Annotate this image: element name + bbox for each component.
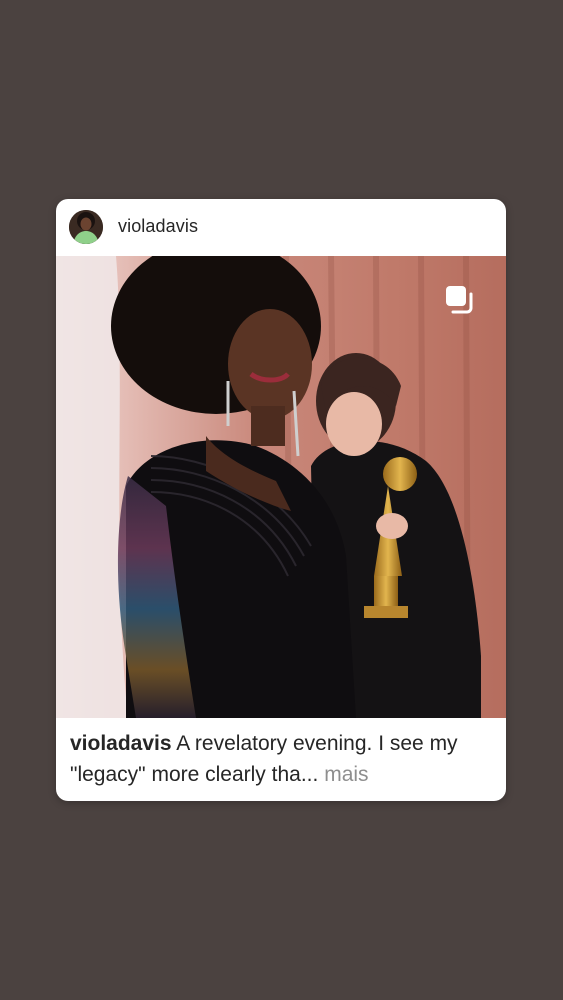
post-username[interactable]: violadavis	[118, 216, 198, 237]
shared-post-card[interactable]: violadavis violadavis A revelatory eveni…	[56, 199, 506, 801]
post-caption[interactable]: violadavis A revelatory evening. I see m…	[70, 728, 495, 790]
post-photo[interactable]	[56, 256, 506, 718]
caption-username[interactable]: violadavis	[70, 732, 172, 755]
multiple-images-icon	[444, 284, 476, 316]
caption-ellipsis: ...	[300, 763, 319, 786]
caption-more-link[interactable]: mais	[324, 763, 368, 786]
avatar[interactable]	[69, 210, 103, 244]
post-header: violadavis	[56, 199, 506, 256]
